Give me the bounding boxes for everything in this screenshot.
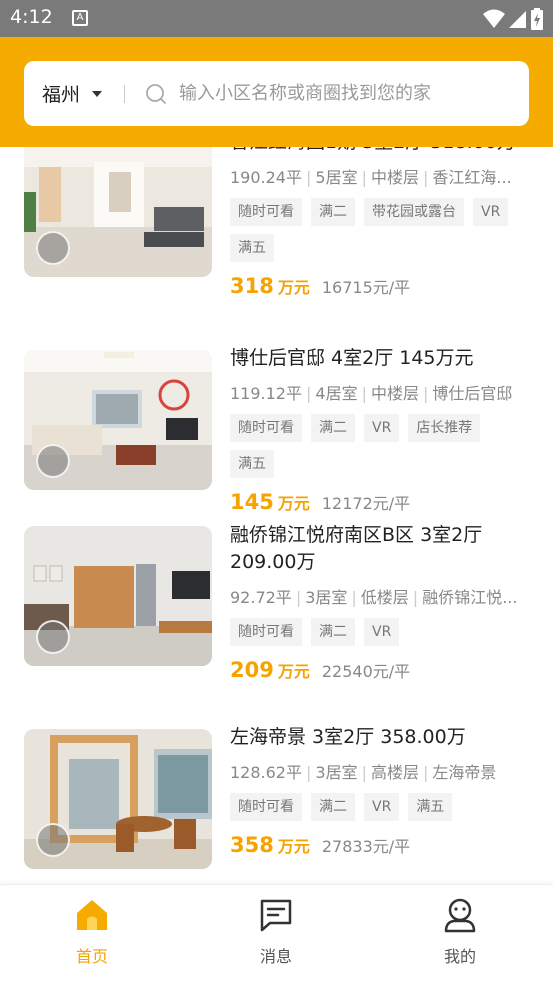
divider (124, 84, 126, 103)
tag: 随时可看 (230, 414, 302, 442)
city-label: 福州 (42, 84, 81, 106)
tag: 店长推荐 (408, 414, 481, 442)
tag: VR (364, 618, 400, 646)
price-unit: 万元 (277, 278, 310, 297)
price-row: 358 万元 27833元/平 (230, 833, 530, 857)
listing-photo (24, 729, 212, 869)
total-price: 318 (230, 274, 274, 298)
tag: 满五 (230, 450, 274, 478)
signal-icon (509, 11, 526, 28)
message-icon (260, 899, 292, 932)
chevron-down-icon (92, 90, 103, 97)
tag: 满五 (408, 793, 453, 821)
listing-list[interactable]: 香江红海园1期 3室2厅 318.00万 190.24平|5居室|中楼层|香江红… (0, 147, 553, 884)
tag: 随时可看 (230, 618, 302, 646)
nav-messages-label: 消息 (259, 947, 292, 966)
tag: 满二 (311, 793, 355, 821)
status-time: 4:12 (10, 6, 53, 28)
notification-icon: A (72, 10, 88, 26)
price-row: 318 万元 16715元/平 (230, 274, 530, 298)
listing-tags: 随时可看 满二 VR 店长推荐 满五 (230, 414, 530, 478)
city-selector[interactable]: 福州 (42, 80, 103, 107)
nav-home-label: 首页 (75, 947, 108, 966)
listing-photo (24, 147, 212, 277)
battery-icon (531, 8, 543, 30)
tag: 满二 (311, 618, 355, 646)
tag: 满二 (311, 414, 355, 442)
bottom-nav: 首页 消息 我的 (0, 884, 553, 984)
listing-meta: 119.12平 | 4居室 | 中楼层 | 博仕后官邸 (230, 384, 513, 403)
tag: 满五 (230, 234, 274, 262)
tag: 带花园或露台 (364, 198, 464, 226)
vr-badge-icon (36, 823, 70, 857)
unit-price: 16715元/平 (321, 278, 411, 297)
status-icons (483, 8, 543, 30)
nav-profile-label: 我的 (443, 947, 476, 966)
header: 福州 (0, 37, 553, 147)
nav-home[interactable]: 首页 (32, 897, 152, 967)
search-input[interactable] (179, 83, 500, 104)
unit-price: 22540元/平 (321, 662, 411, 681)
tag: 满二 (311, 198, 355, 226)
listing-photo (24, 350, 212, 490)
listing-tags: 随时可看 满二 VR 满五 (230, 793, 530, 821)
price-unit: 万元 (277, 494, 310, 513)
tag: VR (364, 414, 400, 442)
total-price: 145 (230, 490, 274, 514)
listing-photo (24, 526, 212, 666)
price-row: 209 万元 22540元/平 (230, 658, 530, 682)
listing-tags: 随时可看 满二 VR (230, 618, 530, 646)
tag: 随时可看 (230, 793, 302, 821)
home-icon (77, 900, 107, 930)
nav-messages[interactable]: 消息 (216, 897, 336, 967)
vr-badge-icon (36, 444, 70, 478)
listing-meta: 190.24平 | 5居室 | 中楼层 | 香江红海... (230, 168, 512, 187)
vr-badge-icon (36, 231, 70, 265)
listing-title[interactable]: 融侨锦江悦府南区B区 3室2厅 209.00万 (230, 522, 530, 576)
price-unit: 万元 (277, 837, 310, 856)
listing-meta: 128.62平 | 3居室 | 高楼层 | 左海帝景 (230, 763, 497, 782)
nav-profile[interactable]: 我的 (400, 897, 520, 967)
profile-icon (444, 898, 476, 933)
tag: VR (473, 198, 509, 226)
total-price: 358 (230, 833, 274, 857)
search-icon (146, 83, 166, 104)
price-row: 145 万元 12172元/平 (230, 490, 530, 514)
listing-title[interactable]: 左海帝景 3室2厅 358.00万 (230, 724, 530, 751)
listing-title[interactable]: 博仕后官邸 4室2厅 145万元 (230, 345, 530, 372)
wifi-icon (483, 9, 505, 28)
listing-title[interactable]: 香江红海园1期 3室2厅 318.00万 (230, 147, 530, 156)
tag: 随时可看 (230, 198, 302, 226)
vr-badge-icon (36, 620, 70, 654)
search-bar[interactable]: 福州 (24, 61, 529, 126)
unit-price: 12172元/平 (321, 494, 411, 513)
tag: VR (364, 793, 400, 821)
listing-meta: 92.72平 | 3居室 | 低楼层 | 融侨锦江悦... (230, 588, 518, 607)
status-bar: 4:12 A (0, 0, 553, 37)
total-price: 209 (230, 658, 274, 682)
price-unit: 万元 (277, 662, 310, 681)
unit-price: 27833元/平 (321, 837, 411, 856)
listing-tags: 随时可看 满二 带花园或露台 VR 满五 (230, 198, 530, 262)
